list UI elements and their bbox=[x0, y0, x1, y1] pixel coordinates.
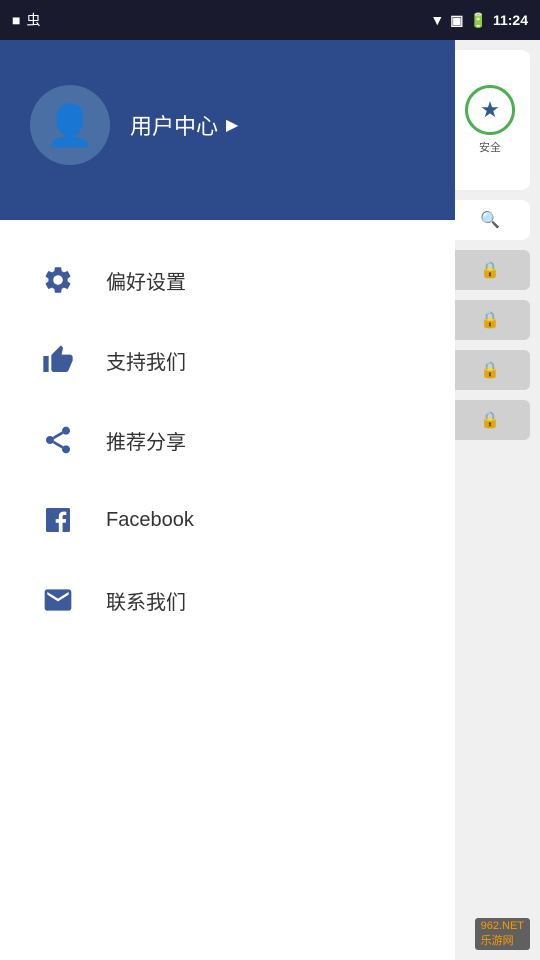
watermark-net: .NET bbox=[499, 920, 524, 932]
security-widget: ★ 安全 bbox=[450, 50, 530, 190]
user-center-text: 用户中心 bbox=[130, 109, 218, 141]
time-display: 11:24 bbox=[493, 12, 528, 28]
avatar: 👤 bbox=[30, 85, 110, 165]
signal-icon: ▣ bbox=[450, 12, 463, 29]
contact-label: 联系我们 bbox=[106, 586, 186, 615]
avatar-icon: 👤 bbox=[45, 102, 95, 149]
star-icon: ★ bbox=[480, 97, 500, 123]
drawer-menu: 👤 用户中心 ▶ 偏好设置 支持我们 bbox=[0, 0, 455, 960]
lock-item-2: 🔒 bbox=[450, 300, 530, 340]
lock-item-4: 🔒 bbox=[450, 400, 530, 440]
menu-item-preferences[interactable]: 偏好设置 bbox=[0, 240, 455, 320]
watermark-number: 962 bbox=[481, 920, 499, 932]
status-left-icons: ■ 虫 bbox=[12, 10, 40, 30]
lock-item-3: 🔒 bbox=[450, 350, 530, 390]
search-icon: 🔍 bbox=[480, 210, 500, 230]
menu-item-facebook[interactable]: Facebook bbox=[0, 480, 455, 560]
facebook-icon bbox=[40, 502, 76, 538]
share-icon bbox=[40, 422, 76, 458]
lock-item-1: 🔒 bbox=[450, 250, 530, 290]
status-right-area: ▼ ▣ 🔋 11:24 bbox=[430, 12, 528, 29]
gear-icon bbox=[40, 262, 76, 298]
status-bar: ■ 虫 ▼ ▣ 🔋 11:24 bbox=[0, 0, 540, 40]
status-icon-bug: 虫 bbox=[26, 10, 40, 30]
battery-icon: 🔋 bbox=[470, 12, 487, 29]
lock-icon-3: 🔒 bbox=[480, 360, 500, 380]
lock-icon-4: 🔒 bbox=[480, 410, 500, 430]
arrow-right-icon: ▶ bbox=[226, 115, 238, 135]
menu-item-contact[interactable]: 联系我们 bbox=[0, 560, 455, 640]
watermark-site: 乐游网 bbox=[481, 935, 514, 947]
user-center-label: 用户中心 ▶ bbox=[130, 109, 238, 141]
thumbsup-icon bbox=[40, 342, 76, 378]
menu-list: 偏好设置 支持我们 推荐分享 bbox=[0, 220, 455, 960]
lock-icon-1: 🔒 bbox=[480, 260, 500, 280]
right-panel: ★ 安全 🔍 🔒 🔒 🔒 🔒 bbox=[440, 40, 540, 960]
lock-icon-2: 🔒 bbox=[480, 310, 500, 330]
menu-item-support[interactable]: 支持我们 bbox=[0, 320, 455, 400]
menu-item-share[interactable]: 推荐分享 bbox=[0, 400, 455, 480]
search-box[interactable]: 🔍 bbox=[450, 200, 530, 240]
mail-icon bbox=[40, 582, 76, 618]
watermark: 962.NET 乐游网 bbox=[475, 918, 530, 950]
facebook-label: Facebook bbox=[106, 509, 194, 532]
wifi-icon: ▼ bbox=[430, 12, 444, 28]
security-circle: ★ bbox=[465, 85, 515, 135]
support-label: 支持我们 bbox=[106, 346, 186, 375]
preferences-label: 偏好设置 bbox=[106, 266, 186, 295]
safe-label: 安全 bbox=[479, 139, 501, 155]
status-icon-square: ■ bbox=[12, 12, 20, 28]
share-label: 推荐分享 bbox=[106, 426, 186, 455]
